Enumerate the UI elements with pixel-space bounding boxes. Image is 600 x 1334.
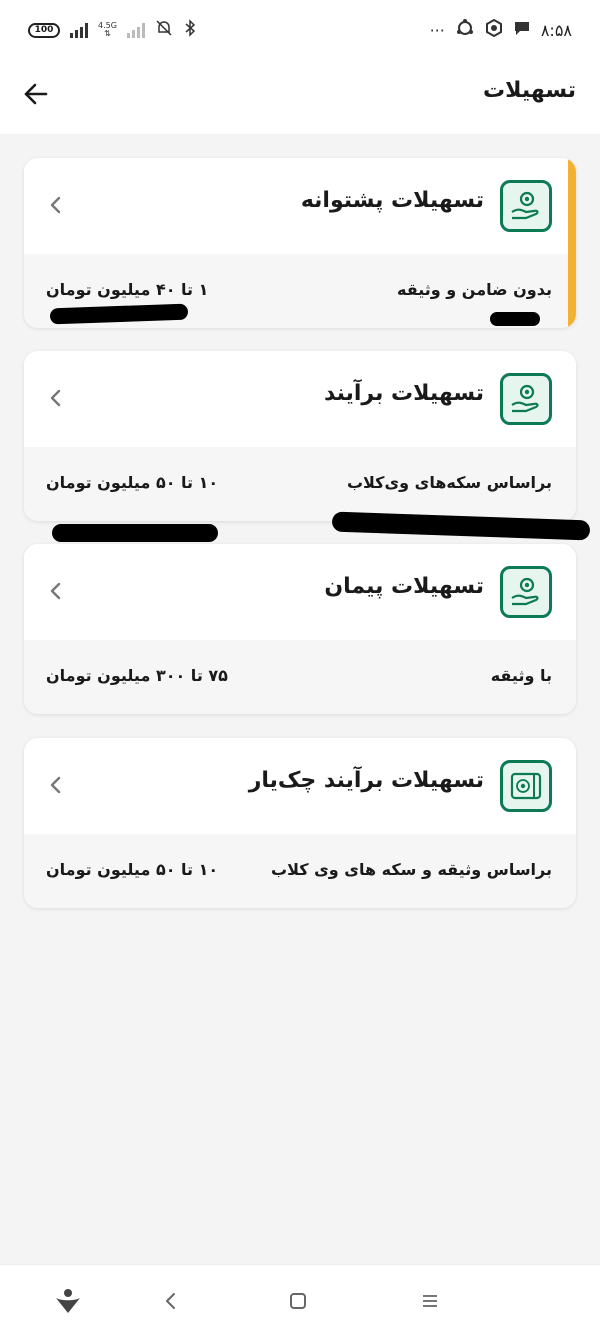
chat-icon bbox=[513, 19, 531, 41]
square-icon bbox=[290, 1293, 306, 1309]
loan-card-barayand-chekyar[interactable]: تسهیلات برآیند چک‌یار براساس وثیقه و سکه… bbox=[24, 738, 576, 908]
back-button[interactable] bbox=[20, 78, 52, 110]
sync-icon bbox=[455, 18, 475, 42]
battery-icon: 100 bbox=[28, 22, 60, 38]
status-left: 100 4.5G ⇅ bbox=[28, 19, 197, 41]
card-header bbox=[24, 351, 576, 447]
bluetooth-icon bbox=[183, 19, 197, 41]
card-description: براساس سکه‌های وی‌کلاب bbox=[346, 473, 552, 492]
clock: ۸:۵۸ bbox=[540, 20, 572, 40]
card-amount: ۷۵ تا ۳۰۰ میلیون تومان bbox=[46, 666, 228, 685]
chevron-left-icon[interactable] bbox=[42, 772, 68, 798]
redaction-mark bbox=[52, 524, 218, 542]
card-title: تسهیلات پیمان bbox=[324, 574, 484, 599]
card-amount: ۱۰ تا ۵۰ میلیون تومان bbox=[46, 473, 219, 492]
cheque-icon bbox=[500, 760, 552, 812]
hand-coin-icon bbox=[500, 566, 552, 618]
status-right: ··· ۸:۵۸ bbox=[430, 18, 572, 42]
chevron-left-icon[interactable] bbox=[42, 192, 68, 218]
system-nav-bar bbox=[0, 1264, 600, 1334]
chevron-left-icon[interactable] bbox=[42, 578, 68, 604]
app-header: تسهیلات bbox=[0, 60, 600, 134]
redaction-mark bbox=[490, 312, 540, 326]
signal-icon bbox=[70, 22, 88, 38]
app-home-button[interactable] bbox=[48, 1281, 88, 1321]
signal-icon-2 bbox=[126, 22, 145, 38]
card-description: براساس وثیقه و سکه های وی کلاب bbox=[271, 860, 552, 879]
app-logo-icon bbox=[56, 1289, 80, 1313]
arrow-left-icon bbox=[24, 83, 48, 105]
nav-home-button[interactable] bbox=[278, 1281, 318, 1321]
battery-level: 100 bbox=[34, 25, 54, 35]
card-title: تسهیلات برآیند bbox=[323, 381, 484, 406]
loan-card-barayand[interactable]: تسهیلات برآیند براساس سکه‌های وی‌کلاب ۱۰… bbox=[24, 351, 576, 521]
card-description: بدون ضامن و وثیقه bbox=[397, 280, 552, 299]
hand-coin-icon bbox=[500, 373, 552, 425]
network-indicator: 4.5G ⇅ bbox=[98, 22, 117, 38]
data-arrows-icon: ⇅ bbox=[104, 29, 111, 38]
hand-coin-icon bbox=[500, 180, 552, 232]
card-title: تسهیلات پشتوانه bbox=[300, 188, 484, 213]
loan-card-peyman[interactable]: تسهیلات پیمان با وثیقه ۷۵ تا ۳۰۰ میلیون … bbox=[24, 544, 576, 714]
hexagon-app-icon bbox=[485, 18, 503, 41]
nav-back-button[interactable] bbox=[150, 1281, 190, 1321]
card-amount: ۱۰ تا ۵۰ میلیون تومان bbox=[46, 860, 219, 879]
chevron-left-icon bbox=[166, 1293, 175, 1309]
menu-icon bbox=[423, 1295, 437, 1307]
card-title: تسهیلات برآیند چک‌یار bbox=[248, 768, 484, 793]
card-amount: ۱ تا ۴۰ میلیون تومان bbox=[46, 280, 209, 299]
chevron-left-icon[interactable] bbox=[42, 385, 68, 411]
more-notifications-icon: ··· bbox=[429, 20, 445, 40]
mute-bell-icon bbox=[155, 19, 173, 41]
card-description: با وثیقه bbox=[490, 666, 552, 685]
loan-card-poshtvane[interactable]: تسهیلات پشتوانه بدون ضامن و وثیقه ۱ تا ۴… bbox=[24, 158, 576, 328]
status-bar: 100 4.5G ⇅ ··· ۸:۵۸ bbox=[0, 0, 600, 60]
nav-recents-button[interactable] bbox=[410, 1281, 450, 1321]
card-header bbox=[24, 544, 576, 640]
page-title: تسهیلات bbox=[483, 78, 576, 103]
